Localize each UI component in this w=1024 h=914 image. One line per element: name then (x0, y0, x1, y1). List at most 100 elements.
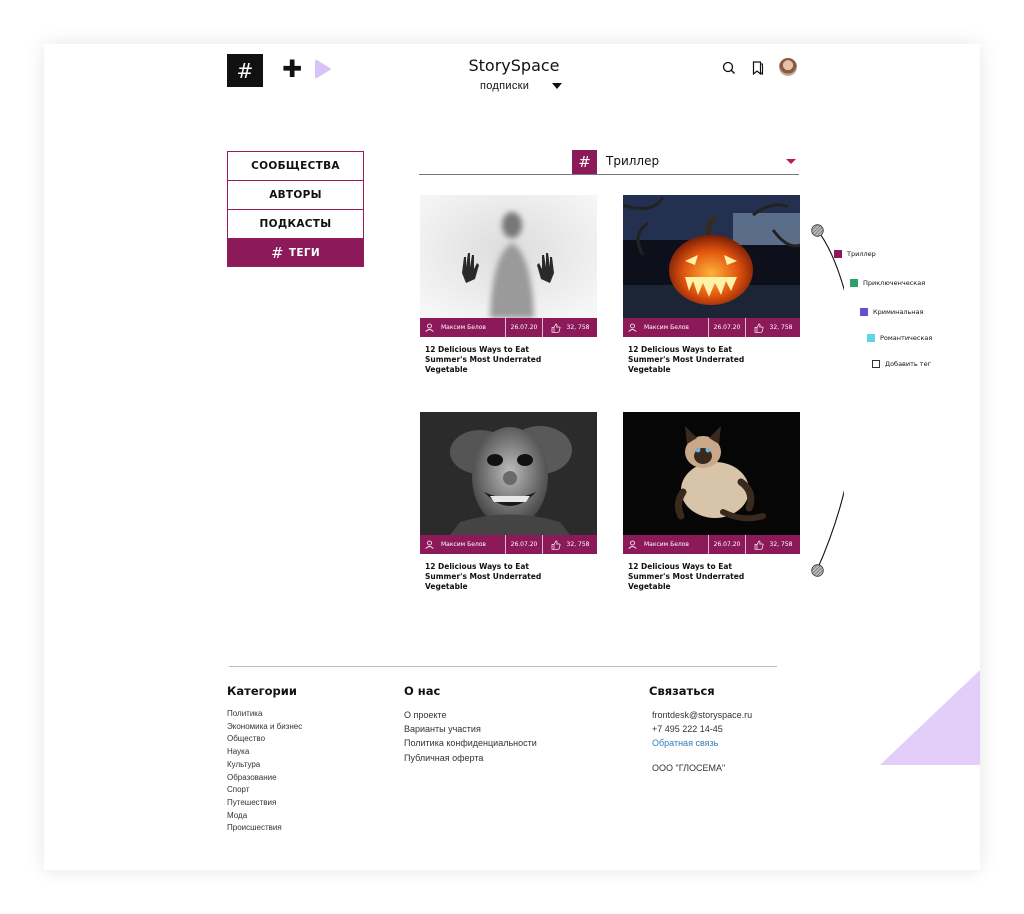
post-author[interactable]: Максим Белов (420, 535, 506, 554)
post-image-siamese-cat[interactable] (623, 412, 800, 535)
post-author-name: Максим Белов (644, 541, 689, 548)
nav-item-tags[interactable]: # ТЕГИ (227, 238, 364, 267)
subscriptions-select[interactable]: подписки (480, 80, 563, 92)
plus-icon[interactable]: ✚ (282, 56, 302, 82)
add-icon (872, 360, 880, 368)
post-author-name: Максим Белов (441, 324, 486, 331)
like-button[interactable]: 32, 758 (746, 535, 800, 554)
bookmark-icon[interactable] (751, 61, 765, 80)
post-title[interactable]: 12 Delicious Ways to Eat Summer's Most U… (623, 562, 753, 592)
post-card[interactable]: Максим Белов 26.07.20 32, 758 12 Delicio… (623, 412, 800, 592)
post-author[interactable]: Максим Белов (420, 318, 506, 337)
footer-categories: Категории Политика Экономика и бизнес Об… (227, 684, 302, 835)
like-button[interactable]: 32, 758 (746, 318, 800, 337)
post-title[interactable]: 12 Delicious Ways to Eat Summer's Most U… (420, 345, 550, 375)
hash-icon: # (572, 150, 597, 174)
play-icon[interactable] (315, 59, 332, 84)
nav-item-label: ПОДКАСТЫ (259, 218, 332, 230)
tag-label: Романтическая (880, 334, 933, 342)
user-icon (628, 323, 637, 332)
post-meta-bar: Максим Белов 26.07.20 32, 758 (420, 535, 597, 554)
nav-item-authors[interactable]: АВТОРЫ (227, 180, 364, 209)
footer-heading: Категории (227, 684, 297, 698)
decorative-corner-triangle (880, 670, 980, 770)
post-image-clown-mask[interactable] (420, 412, 597, 535)
footer-link[interactable]: Экономика и бизнес (227, 721, 302, 734)
tag-label: Триллер (847, 250, 876, 258)
post-title[interactable]: 12 Delicious Ways to Eat Summer's Most U… (420, 562, 550, 592)
post-likes: 32, 758 (769, 324, 793, 331)
footer-link[interactable]: Публичная оферта (404, 751, 537, 765)
footer-link[interactable]: Культура (227, 759, 302, 772)
search-icon[interactable] (722, 61, 736, 80)
hash-icon: # (271, 243, 284, 262)
footer-link[interactable]: О проекте (404, 708, 537, 722)
thumbs-up-icon (551, 540, 561, 550)
post-card[interactable]: Максим Белов 26.07.20 32, 758 12 Delicio… (623, 195, 800, 375)
tag-filter-select[interactable]: # Триллер (419, 150, 799, 175)
footer-about: О нас О проекте Варианты участия Политик… (404, 684, 537, 765)
post-image-figure-behind-glass[interactable] (420, 195, 597, 318)
footer-heading: О нас (404, 684, 441, 698)
post-likes: 32, 758 (566, 541, 590, 548)
thumbs-up-icon (754, 540, 764, 550)
contact-phone[interactable]: +7 495 222 14-45 (649, 722, 752, 736)
feedback-link[interactable]: Обратная связь (649, 736, 752, 750)
post-date: 26.07.20 (713, 324, 741, 331)
footer-link[interactable]: Путешествия (227, 797, 302, 810)
thumbs-up-icon (551, 323, 561, 333)
nav-item-podcasts[interactable]: ПОДКАСТЫ (227, 209, 364, 238)
tag-label: Добавить тег (885, 360, 931, 368)
section-nav: СООБЩЕСТВА АВТОРЫ ПОДКАСТЫ # ТЕГИ (227, 151, 364, 267)
chevron-down-icon (552, 83, 563, 89)
post-title[interactable]: 12 Delicious Ways to Eat Summer's Most U… (623, 345, 753, 375)
user-icon (425, 540, 434, 549)
post-author[interactable]: Максим Белов (623, 535, 709, 554)
post-card[interactable]: Максим Белов 26.07.20 32, 758 12 Delicio… (420, 412, 597, 592)
post-author[interactable]: Максим Белов (623, 318, 709, 337)
footer-link[interactable]: Общество (227, 733, 302, 746)
page-backdrop: # ✚ StorySpace подписки СООБЩЕСТВА АВТОР… (0, 0, 1024, 914)
thumbs-up-icon (754, 323, 764, 333)
like-button[interactable]: 32, 758 (543, 535, 597, 554)
nav-item-label: ТЕГИ (288, 246, 320, 259)
timeline-bottom-handle[interactable] (811, 564, 824, 582)
tag-marker (860, 308, 868, 316)
footer-link[interactable]: Образование (227, 772, 302, 785)
user-icon (425, 323, 434, 332)
footer-link[interactable]: Происшествия (227, 822, 302, 835)
post-author-name: Максим Белов (441, 541, 486, 548)
footer-divider (229, 666, 777, 667)
post-image-carved-pumpkin[interactable] (623, 195, 800, 318)
nav-item-label: АВТОРЫ (269, 189, 322, 201)
company-name: ООО "ГЛОСЕМА" (652, 762, 726, 773)
tag-filter-value: Триллер (606, 154, 660, 168)
timeline-top-handle[interactable] (811, 224, 824, 242)
nav-item-communities[interactable]: СООБЩЕСТВА (227, 151, 364, 180)
post-date: 26.07.20 (510, 541, 538, 548)
tag-marker (850, 279, 858, 287)
tag-marker (834, 250, 842, 258)
brand-title[interactable]: StorySpace (444, 56, 584, 75)
footer-link[interactable]: Мода (227, 810, 302, 823)
logo-hash-button[interactable]: # (227, 54, 263, 87)
post-meta-bar: Максим Белов 26.07.20 32, 758 (623, 535, 800, 554)
hash-icon: # (236, 58, 254, 83)
post-likes: 32, 758 (566, 324, 590, 331)
subscriptions-label: подписки (480, 80, 530, 92)
footer-link[interactable]: Спорт (227, 784, 302, 797)
like-button[interactable]: 32, 758 (543, 318, 597, 337)
chevron-down-icon (786, 159, 796, 164)
post-meta-bar: Максим Белов 26.07.20 32, 758 (420, 318, 597, 337)
footer-link[interactable]: Политика конфиденциальности (404, 736, 537, 750)
post-card[interactable]: Максим Белов 26.07.20 32, 758 12 Delicio… (420, 195, 597, 375)
user-icon (628, 540, 637, 549)
footer-link[interactable]: Наука (227, 746, 302, 759)
footer-link[interactable]: Варианты участия (404, 722, 537, 736)
contact-email[interactable]: frontdesk@storyspace.ru (649, 708, 752, 722)
user-avatar[interactable] (779, 58, 797, 76)
nav-item-label: СООБЩЕСТВА (251, 160, 340, 172)
tag-marker (867, 334, 875, 342)
footer-link[interactable]: Политика (227, 708, 302, 721)
post-date: 26.07.20 (713, 541, 741, 548)
